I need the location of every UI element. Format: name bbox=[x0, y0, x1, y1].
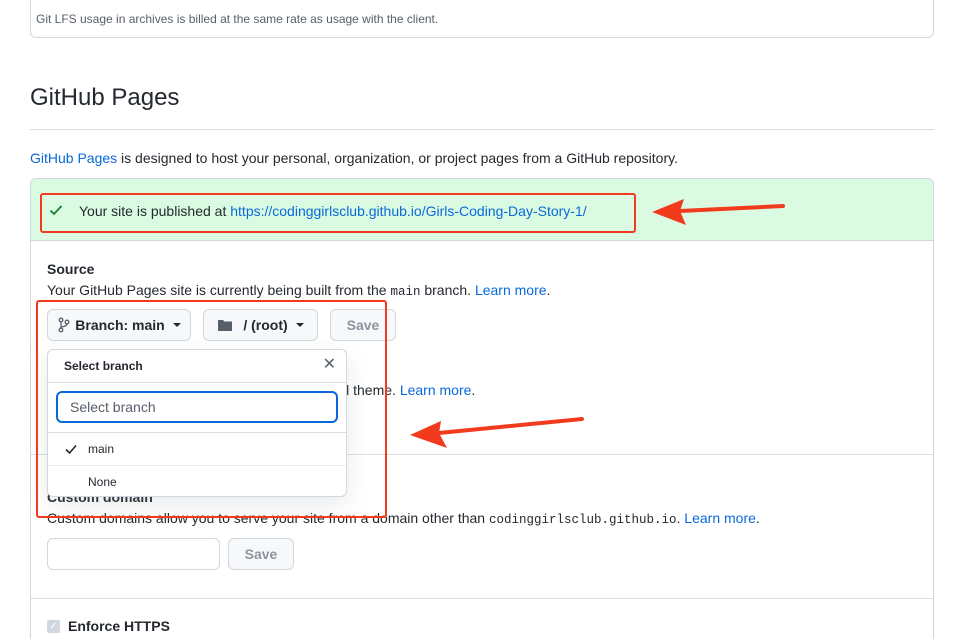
lfs-note: Git LFS usage in archives is billed at t… bbox=[36, 12, 439, 26]
custom-domain-learn-more-link[interactable]: Learn more bbox=[684, 510, 756, 526]
enforce-https-checkbox[interactable]: ✓ bbox=[47, 620, 60, 633]
annotation-arrow bbox=[652, 199, 785, 225]
source-description: Your GitHub Pages site is currently bein… bbox=[47, 282, 551, 299]
theme-learn-more-link[interactable]: Learn more bbox=[400, 382, 472, 398]
custom-domain-save-button[interactable]: Save bbox=[228, 538, 294, 570]
annotation-highlight-box bbox=[40, 193, 636, 233]
source-learn-more-link[interactable]: Learn more bbox=[475, 282, 547, 298]
section-divider bbox=[31, 598, 933, 599]
custom-domain-input[interactable] bbox=[47, 538, 220, 570]
annotation-arrow bbox=[410, 417, 584, 448]
github-pages-link[interactable]: GitHub Pages bbox=[30, 150, 117, 166]
annotation-highlight-box bbox=[36, 300, 387, 518]
intro-text: is designed to host your personal, organ… bbox=[117, 150, 678, 166]
pages-intro: GitHub Pages is designed to host your pe… bbox=[30, 150, 678, 166]
enforce-https-label: Enforce HTTPS bbox=[68, 618, 170, 634]
page-title: GitHub Pages bbox=[30, 84, 180, 111]
title-divider bbox=[30, 129, 934, 130]
source-label: Source bbox=[47, 261, 95, 277]
